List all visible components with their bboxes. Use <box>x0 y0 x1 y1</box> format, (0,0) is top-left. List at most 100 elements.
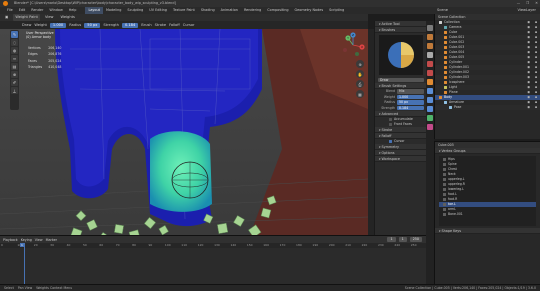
scene-tab-icon[interactable] <box>427 61 433 67</box>
tool-settings-header: Draw Weight 1.000 Radius 50 px Strength … <box>0 21 368 29</box>
modifier-tab-icon[interactable] <box>427 88 433 94</box>
annotate-tool-icon[interactable]: ✐ <box>11 79 18 86</box>
tab-animation[interactable]: Animation <box>218 7 241 14</box>
workspace-section[interactable]: Workspace <box>375 155 426 162</box>
current-frame-field[interactable]: 1 <box>387 237 396 242</box>
menu-render[interactable]: Render <box>28 7 46 14</box>
tab-compositing[interactable]: Compositing <box>264 7 291 14</box>
falloff-menu[interactable]: Falloff <box>169 23 180 27</box>
menu-weights[interactable]: Weights <box>59 14 77 21</box>
timeline-tick-label: 180 <box>296 243 302 247</box>
brush-menu[interactable]: Brush <box>141 23 151 27</box>
particles-tab-icon[interactable] <box>427 97 433 103</box>
cursor-menu[interactable]: Cursor <box>183 23 195 27</box>
close-button[interactable]: ✕ <box>535 0 538 7</box>
material-tab-icon[interactable] <box>427 124 433 130</box>
object-type-icon <box>444 86 447 89</box>
viewport-header: ▣ Weight Paint View Weights <box>0 14 368 21</box>
tab-texture-paint[interactable]: Texture Paint <box>170 7 198 14</box>
brush-name-field[interactable]: Draw <box>378 77 424 82</box>
tab-uv-editing[interactable]: UV Editing <box>146 7 170 14</box>
object-type-icon <box>444 51 447 54</box>
menu-view[interactable]: View <box>43 14 56 21</box>
physics-tab-icon[interactable] <box>427 106 433 112</box>
zoom-icon[interactable]: ⊕ <box>356 60 364 68</box>
strength-field[interactable]: 0.184 <box>397 105 424 110</box>
playhead[interactable] <box>24 243 25 284</box>
smear-brush-icon[interactable]: ≈ <box>11 55 18 62</box>
timeline-tick-label: 150 <box>246 243 253 247</box>
weight-field[interactable]: 1.000 <box>49 22 67 28</box>
tab-modeling[interactable]: Modeling <box>103 7 124 14</box>
tab-rendering[interactable]: Rendering <box>241 7 264 14</box>
timeline-ruler[interactable]: 0102030405060708090100110120130140150160… <box>0 243 426 248</box>
average-brush-icon[interactable]: ◍ <box>11 47 18 54</box>
menu-help[interactable]: Help <box>66 7 80 14</box>
tab-shading[interactable]: Shading <box>198 7 218 14</box>
brush-thumbnail-icon <box>388 42 414 68</box>
output-tab-icon[interactable] <box>427 43 433 49</box>
vertex-groups-panel: Cube.005 Vertex Groups HipsSpineChestNec… <box>434 141 540 291</box>
start-frame-field[interactable]: 1 <box>398 237 407 242</box>
outliner-item[interactable]: Pose ◉ ▪ <box>435 105 540 110</box>
vertex-group-icon <box>443 188 446 191</box>
tool-tab-icon[interactable] <box>427 25 433 31</box>
shape-keys-section[interactable]: Shape Keys <box>435 228 540 234</box>
measure-tool-icon[interactable]: ⟂ <box>11 87 18 94</box>
blur-brush-icon[interactable]: ◌ <box>11 39 18 46</box>
window-title: Blender* [C:\Users\marlo\Desktop\WIP\cha… <box>14 1 176 5</box>
minimize-button[interactable]: — <box>517 0 520 7</box>
perspective-toggle-icon[interactable]: ▦ <box>356 90 364 98</box>
keying-menu[interactable]: Keying <box>21 238 32 242</box>
timeline-tick-label: 210 <box>345 243 351 247</box>
render-camera-icon[interactable]: ▪ <box>535 105 537 110</box>
brush-name[interactable]: Draw <box>22 23 31 27</box>
timeline-tick-label: 50 <box>82 243 87 247</box>
tab-layout[interactable]: Layout <box>85 7 103 14</box>
view-menu[interactable]: View <box>35 238 43 242</box>
object-tab-icon[interactable] <box>427 79 433 85</box>
editor-type-icon[interactable]: ▣ <box>3 14 10 21</box>
object-data-tab-icon[interactable] <box>427 115 433 121</box>
weight-paint-area <box>150 131 212 212</box>
radius-field[interactable]: 50 px <box>397 100 424 105</box>
stroke-menu[interactable]: Stroke <box>155 23 166 27</box>
vertex-group-list[interactable]: Hips Spine Chest Neck upperleg.L upperleg.R lo… <box>439 156 536 226</box>
playback-menu[interactable]: Playback <box>3 238 18 242</box>
camera-view-icon[interactable]: ⎙ <box>356 80 364 88</box>
menu-window[interactable]: Window <box>46 7 65 14</box>
view-layer-selector[interactable]: ViewLayer <box>517 7 540 14</box>
render-tab-icon[interactable] <box>427 34 433 40</box>
strength-field[interactable]: 0.184 <box>121 22 139 28</box>
marker-menu[interactable]: Marker <box>46 238 57 242</box>
stat-label: Faces <box>28 58 37 63</box>
navigation-gizmo[interactable]: X Y Z <box>340 32 366 58</box>
mode-selector[interactable]: Weight Paint <box>13 14 40 21</box>
scene-selector[interactable]: Scene <box>437 7 448 14</box>
vertex-group-item[interactable]: Bone.001 <box>439 212 536 217</box>
menu-edit[interactable]: Edit <box>16 7 29 14</box>
tab-scripting[interactable]: Scripting <box>326 7 347 14</box>
weight-label: Weight <box>383 94 395 99</box>
world-tab-icon[interactable] <box>427 70 433 76</box>
stat-label: Edges <box>28 52 38 57</box>
brushes-section[interactable]: Brushes <box>375 27 426 33</box>
menu-file[interactable]: File <box>4 7 16 14</box>
status-context-hint: Weights Context Menu <box>36 286 73 290</box>
blend-field[interactable]: Mix <box>397 89 424 94</box>
gradient-tool-icon[interactable]: ▤ <box>11 63 18 70</box>
draw-brush-icon[interactable]: ✎ <box>11 31 18 38</box>
vertex-groups-section[interactable]: Vertex Groups <box>435 148 540 154</box>
visibility-eye-icon[interactable]: ◉ <box>527 105 530 110</box>
brush-preview[interactable] <box>379 35 423 75</box>
maximize-button[interactable]: ❐ <box>526 0 529 7</box>
end-frame-field[interactable]: 250 <box>409 237 422 242</box>
view-layer-tab-icon[interactable] <box>427 52 433 58</box>
tab-geometry-nodes[interactable]: Geometry Nodes <box>292 7 327 14</box>
pan-hand-icon[interactable]: ✋ <box>356 70 364 78</box>
radius-field[interactable]: 50 px <box>84 22 101 28</box>
sample-weight-icon[interactable]: ⊕ <box>11 71 18 78</box>
tab-sculpting[interactable]: Sculpting <box>124 7 146 14</box>
weight-field[interactable]: 1.000 <box>397 94 424 99</box>
timeline[interactable]: Playback Keying View Marker 1 1 250 0102… <box>0 235 426 284</box>
